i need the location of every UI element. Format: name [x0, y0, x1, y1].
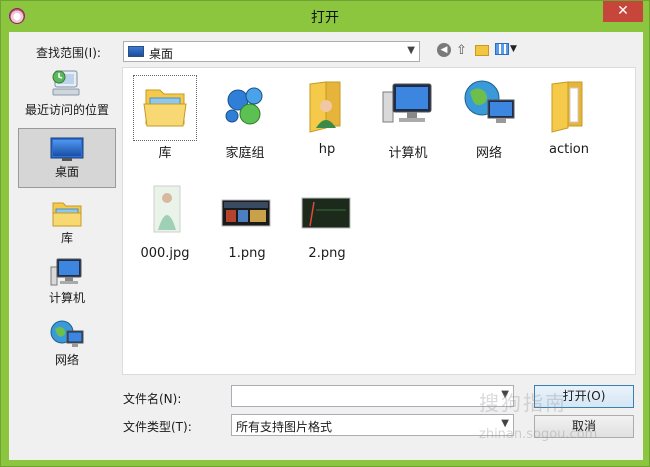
- file-item[interactable]: 1.png: [207, 180, 287, 261]
- place-recent[interactable]: 最近访问的位置: [18, 67, 116, 125]
- file-label: action: [548, 142, 589, 157]
- lookin-label: 查找范围(I):: [36, 46, 101, 60]
- desktop-icon: [128, 46, 144, 57]
- folder-icon: [551, 81, 583, 133]
- network-icon: [50, 320, 84, 347]
- title-bar[interactable]: 打开 ✕: [1, 1, 649, 31]
- file-item[interactable]: hp: [287, 76, 367, 157]
- lookin-value: 桌面: [149, 47, 174, 61]
- filetype-select[interactable]: 所有支持图片格式 ▼: [231, 414, 514, 436]
- dialog-client: 查找范围(I): 桌面 ▼ ◀ ⇧ ▼ 最近访问的位置 桌面 库 计算机 网络 …: [9, 32, 643, 460]
- close-button[interactable]: ✕: [603, 1, 643, 22]
- file-label: hp: [318, 142, 336, 157]
- filename-label: 文件名(N):: [123, 392, 182, 406]
- library-icon: [52, 202, 82, 227]
- computer-icon: [382, 83, 432, 123]
- file-item[interactable]: 计算机: [368, 76, 448, 161]
- watermark-url: zhinan.sogou.com: [479, 427, 598, 442]
- user-folder-icon: [309, 81, 341, 133]
- image-thumbnail-icon: [301, 197, 351, 229]
- place-label: 最近访问的位置: [24, 103, 109, 117]
- file-item[interactable]: 2.png: [287, 180, 367, 261]
- views-menu-icon[interactable]: [495, 43, 509, 55]
- desktop-icon: [50, 137, 84, 161]
- back-icon[interactable]: ◀: [437, 43, 451, 57]
- open-file-dialog: 打开 ✕ 查找范围(I): 桌面 ▼ ◀ ⇧ ▼ 最近访问的位置 桌面 库 计算…: [0, 0, 650, 467]
- file-label: 1.png: [228, 246, 266, 261]
- place-label: 网络: [54, 353, 79, 367]
- file-label: 库: [158, 146, 172, 161]
- place-label: 桌面: [54, 165, 79, 179]
- filename-input[interactable]: ▼: [231, 385, 514, 407]
- file-item[interactable]: 000.jpg: [125, 180, 205, 261]
- file-item[interactable]: 家庭组: [205, 76, 285, 161]
- file-label: 家庭组: [225, 146, 265, 161]
- file-label: 网络: [475, 146, 502, 161]
- chevron-down-icon[interactable]: ▼: [510, 44, 517, 54]
- place-desktop[interactable]: 桌面: [18, 128, 116, 188]
- library-folder-icon: [143, 89, 187, 127]
- place-network[interactable]: 网络: [18, 319, 116, 377]
- place-label: 计算机: [48, 291, 85, 305]
- places-bar: 最近访问的位置 桌面 库 计算机 网络: [15, 67, 119, 372]
- recent-places-icon: [52, 70, 80, 96]
- file-list-pane[interactable]: 库 家庭组 hp 计算机 网络 action 000.jpg 1.png 2.p…: [122, 67, 636, 375]
- place-label: 库: [60, 231, 73, 245]
- file-item[interactable]: action: [529, 76, 609, 157]
- window-title: 打开: [311, 10, 339, 26]
- up-folder-icon[interactable]: ⇧: [456, 43, 467, 58]
- watermark-logo-text: 搜狗指南: [479, 391, 567, 415]
- homegroup-icon: [225, 87, 263, 125]
- filetype-label: 文件类型(T):: [123, 420, 192, 434]
- file-item[interactable]: 库: [125, 75, 205, 161]
- place-library[interactable]: 库: [18, 195, 116, 253]
- place-computer[interactable]: 计算机: [18, 257, 116, 315]
- filetype-value: 所有支持图片格式: [236, 420, 333, 434]
- new-folder-icon[interactable]: [475, 45, 489, 56]
- image-thumbnail-icon: [221, 199, 271, 227]
- file-label: 2.png: [308, 246, 346, 261]
- image-thumbnail-icon: [153, 185, 181, 233]
- network-icon: [464, 80, 515, 123]
- chevron-down-icon: ▼: [407, 45, 415, 56]
- file-label: 计算机: [388, 146, 428, 161]
- file-label: 000.jpg: [140, 246, 190, 261]
- computer-icon: [50, 258, 82, 286]
- file-item[interactable]: 网络: [449, 76, 529, 161]
- lookin-select[interactable]: 桌面 ▼: [123, 41, 420, 62]
